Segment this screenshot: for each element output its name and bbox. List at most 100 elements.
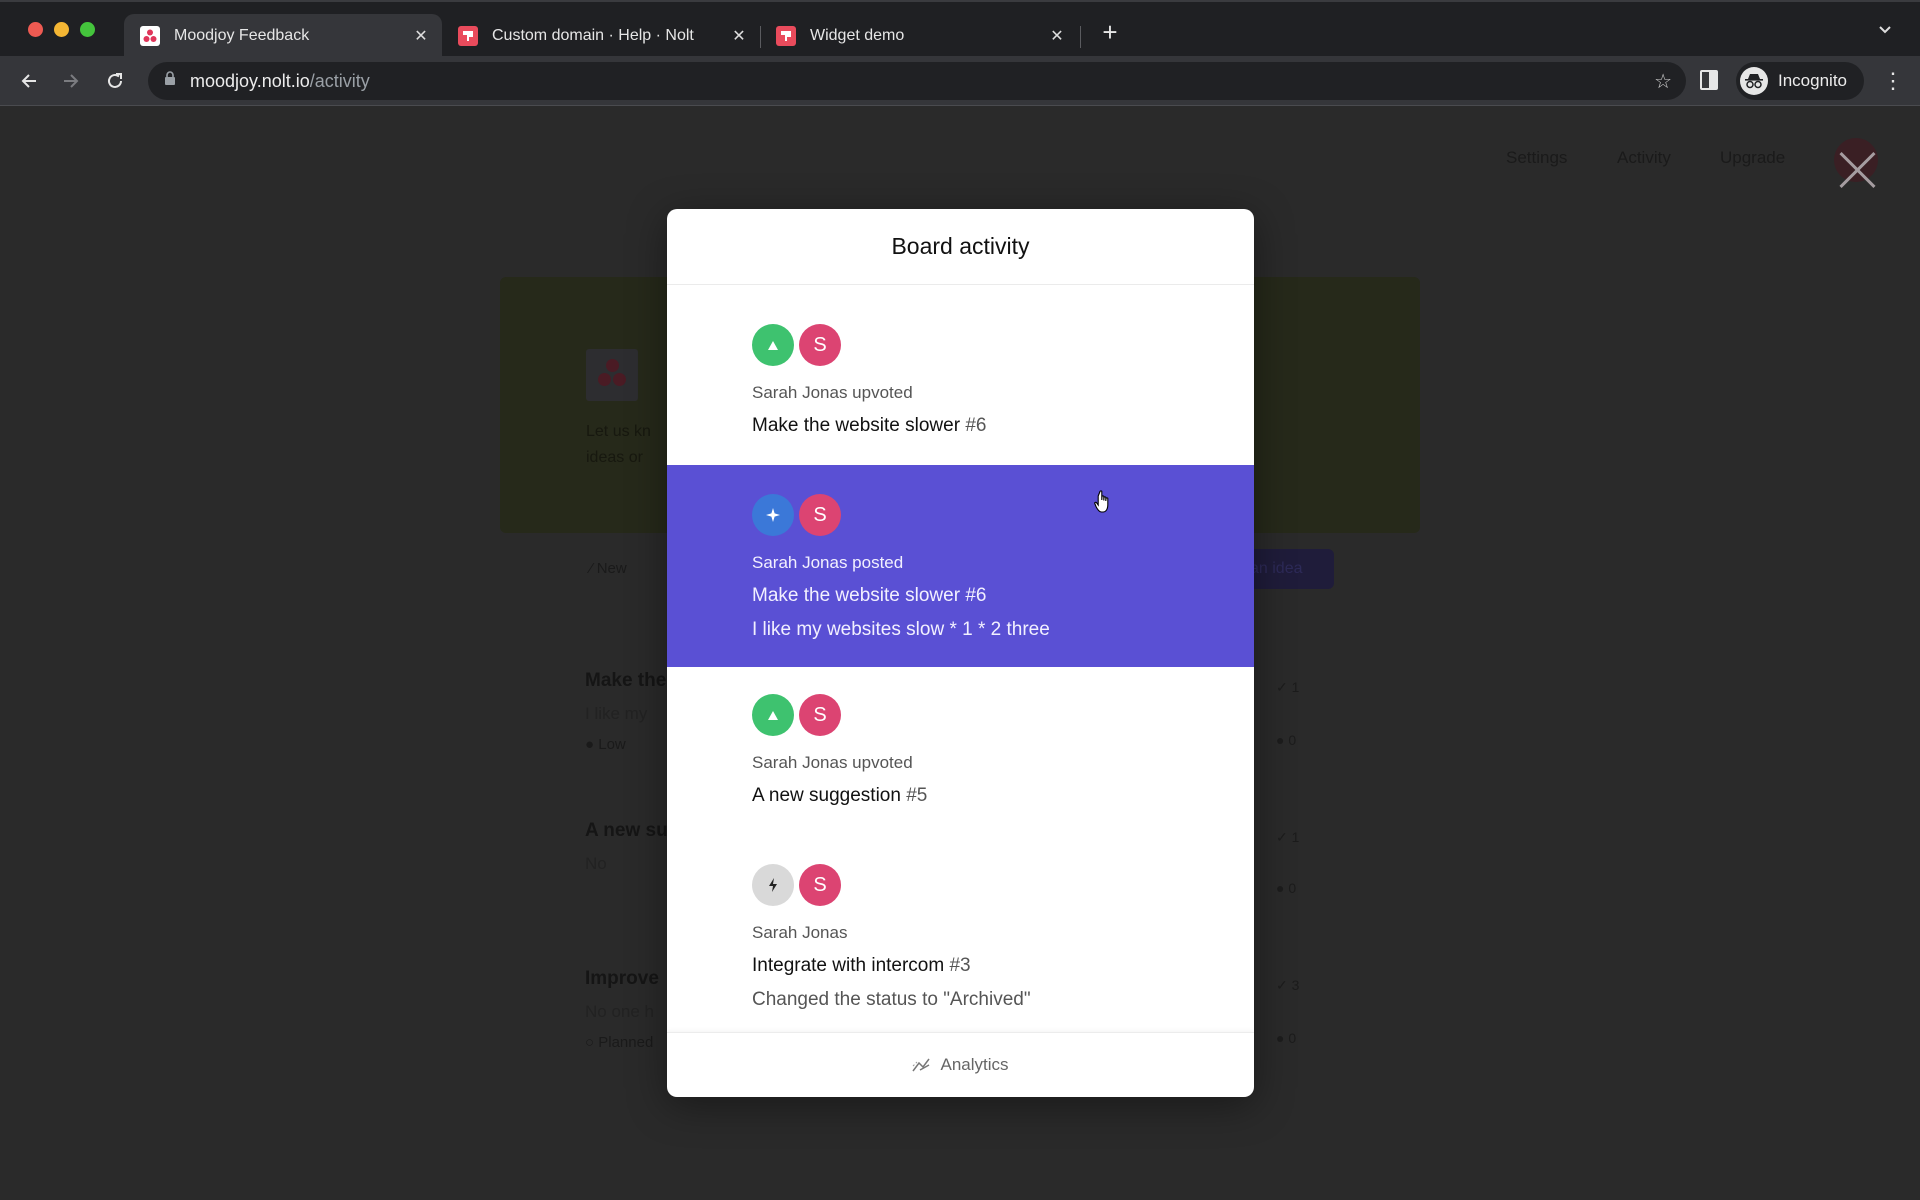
- upvote-icon: [752, 694, 794, 736]
- tab-widget-demo[interactable]: Widget demo ✕: [760, 14, 1078, 58]
- url-path: /activity: [309, 70, 370, 91]
- board-description: Let us kn ideas or: [586, 419, 666, 471]
- bookmark-star-icon[interactable]: ☆: [1654, 69, 1672, 94]
- browser-tab-strip: Moodjoy Feedback ✕ Custom domain · Help …: [0, 0, 1920, 58]
- vote-count-value: 3: [1291, 977, 1300, 993]
- tab-close-icon[interactable]: ✕: [1046, 25, 1068, 47]
- comment-count: ● 0: [1276, 1030, 1297, 1046]
- post-excerpt: I like my: [585, 704, 648, 723]
- board-activity-modal: Board activity S Sarah Jonas upvoted Mak…: [667, 209, 1254, 1097]
- bolt-icon: [752, 864, 794, 906]
- back-button[interactable]: [16, 68, 42, 94]
- board-description-line: Let us kn: [586, 423, 651, 440]
- board-logo: [586, 349, 638, 401]
- lock-icon: [164, 71, 176, 91]
- address-bar[interactable]: moodjoy.nolt.io/activity ☆: [148, 62, 1686, 100]
- close-modal-icon[interactable]: [1838, 150, 1878, 190]
- tab-title: Custom domain · Help · Nolt: [492, 27, 694, 44]
- sparkle-icon: [752, 494, 794, 536]
- tab-close-icon[interactable]: ✕: [410, 25, 432, 47]
- post-title: Integrate with intercom: [752, 955, 945, 976]
- comment-count: ● 0: [1276, 880, 1297, 896]
- nav-settings-link[interactable]: Settings: [1506, 148, 1567, 168]
- analytics-label: Analytics: [940, 1055, 1009, 1074]
- sort-filter-dropdown[interactable]: ⁄ New: [590, 560, 627, 577]
- post-list-item[interactable]: Make the I like my ● Low: [585, 670, 666, 753]
- incognito-label: Incognito: [1778, 71, 1847, 90]
- nolt-logo-icon: [776, 26, 796, 46]
- avatar: S: [799, 494, 841, 536]
- activity-post-link[interactable]: Make the website slower #6: [752, 415, 1254, 437]
- incognito-icon: [1740, 67, 1768, 95]
- post-status-tag: ○ Planned: [585, 1034, 654, 1051]
- activity-list[interactable]: S Sarah Jonas upvoted Make the website s…: [667, 285, 1254, 1041]
- comment-count-value: 0: [1288, 1030, 1297, 1046]
- modal-header: Board activity: [667, 209, 1254, 285]
- activity-actor: Sarah Jonas: [752, 923, 848, 942]
- upvote-icon: [752, 324, 794, 366]
- activity-icons: S: [752, 693, 1254, 737]
- hand-pointer-cursor-icon: [1094, 490, 1114, 519]
- post-list-item[interactable]: A new su No: [585, 820, 668, 874]
- window-maximize-button[interactable]: [80, 22, 95, 37]
- activity-detail: Changed the status to "Archived": [752, 989, 1031, 1010]
- vote-count-value: 1: [1291, 829, 1300, 845]
- activity-post-link[interactable]: A new suggestion #5: [752, 785, 1254, 807]
- analytics-chart-icon: [912, 1058, 931, 1072]
- activity-item[interactable]: S Sarah Jonas upvoted A new suggestion #…: [667, 667, 1254, 843]
- post-number: #3: [949, 955, 971, 976]
- post-number: #6: [965, 415, 987, 436]
- post-title: Improve: [585, 968, 659, 989]
- activity-icons: S: [752, 493, 1254, 537]
- moodjoy-logo-icon: [140, 26, 160, 46]
- post-title: Make the website slower: [752, 415, 961, 436]
- tab-custom-domain[interactable]: Custom domain · Help · Nolt ✕: [442, 14, 760, 58]
- activity-item[interactable]: S Sarah Jonas upvoted Make the website s…: [667, 285, 1254, 465]
- avatar: S: [799, 324, 841, 366]
- browser-menu-icon[interactable]: ⋮: [1882, 68, 1904, 94]
- post-number: #6: [965, 585, 987, 606]
- window-close-button[interactable]: [28, 22, 43, 37]
- comment-count: ● 0: [1276, 732, 1297, 748]
- side-panel-icon[interactable]: [1700, 70, 1718, 90]
- activity-post-link[interactable]: Make the website slower #6: [752, 585, 1254, 607]
- browser-toolbar: moodjoy.nolt.io/activity ☆ Incognito ⋮: [0, 56, 1920, 106]
- post-tag-label: Low: [598, 736, 626, 753]
- vote-count: ✓ 3: [1276, 977, 1300, 993]
- tab-search-chevron-icon[interactable]: [1878, 22, 1892, 38]
- analytics-link[interactable]: Analytics: [667, 1032, 1254, 1097]
- post-list-item[interactable]: Improve No one h ○ Planned: [585, 968, 659, 1051]
- comment-count-value: 0: [1288, 880, 1297, 896]
- window-minimize-button[interactable]: [54, 22, 69, 37]
- comment-count-value: 0: [1288, 732, 1297, 748]
- avatar: S: [799, 694, 841, 736]
- forward-button[interactable]: [58, 68, 84, 94]
- arrow-left-icon: [21, 74, 36, 88]
- chevron-icon: ⁄: [590, 560, 597, 577]
- post-title: A new suggestion: [752, 785, 901, 806]
- arrow-right-icon: [64, 74, 79, 88]
- nolt-logo-icon: [458, 26, 478, 46]
- tab-title: Moodjoy Feedback: [174, 27, 310, 44]
- nav-upgrade-link[interactable]: Upgrade: [1720, 148, 1785, 168]
- reload-button[interactable]: [102, 68, 128, 94]
- tab-separator: [1080, 26, 1081, 48]
- activity-item[interactable]: S Sarah Jonas posted Make the website sl…: [667, 465, 1254, 667]
- activity-detail: I like my websites slow * 1 * 2 three: [752, 619, 1050, 640]
- activity-item[interactable]: S Sarah Jonas Integrate with intercom #3…: [667, 843, 1254, 1041]
- sort-filter-label: New: [596, 560, 627, 577]
- vote-count: ✓ 1: [1276, 829, 1300, 845]
- incognito-profile-button[interactable]: Incognito: [1736, 62, 1864, 100]
- post-excerpt: No: [585, 854, 607, 873]
- post-title: A new su: [585, 820, 668, 841]
- avatar: S: [799, 864, 841, 906]
- post-excerpt: No one h: [585, 1002, 654, 1021]
- post-priority-tag: ● Low: [585, 736, 626, 753]
- nav-activity-link[interactable]: Activity: [1617, 148, 1671, 168]
- activity-post-link[interactable]: Integrate with intercom #3: [752, 955, 1254, 977]
- tab-moodjoy-feedback[interactable]: Moodjoy Feedback ✕: [124, 14, 442, 58]
- reload-icon: [108, 73, 122, 88]
- tab-close-icon[interactable]: ✕: [728, 25, 750, 47]
- new-tab-button[interactable]: +: [1098, 19, 1122, 45]
- tab-title: Widget demo: [810, 27, 905, 44]
